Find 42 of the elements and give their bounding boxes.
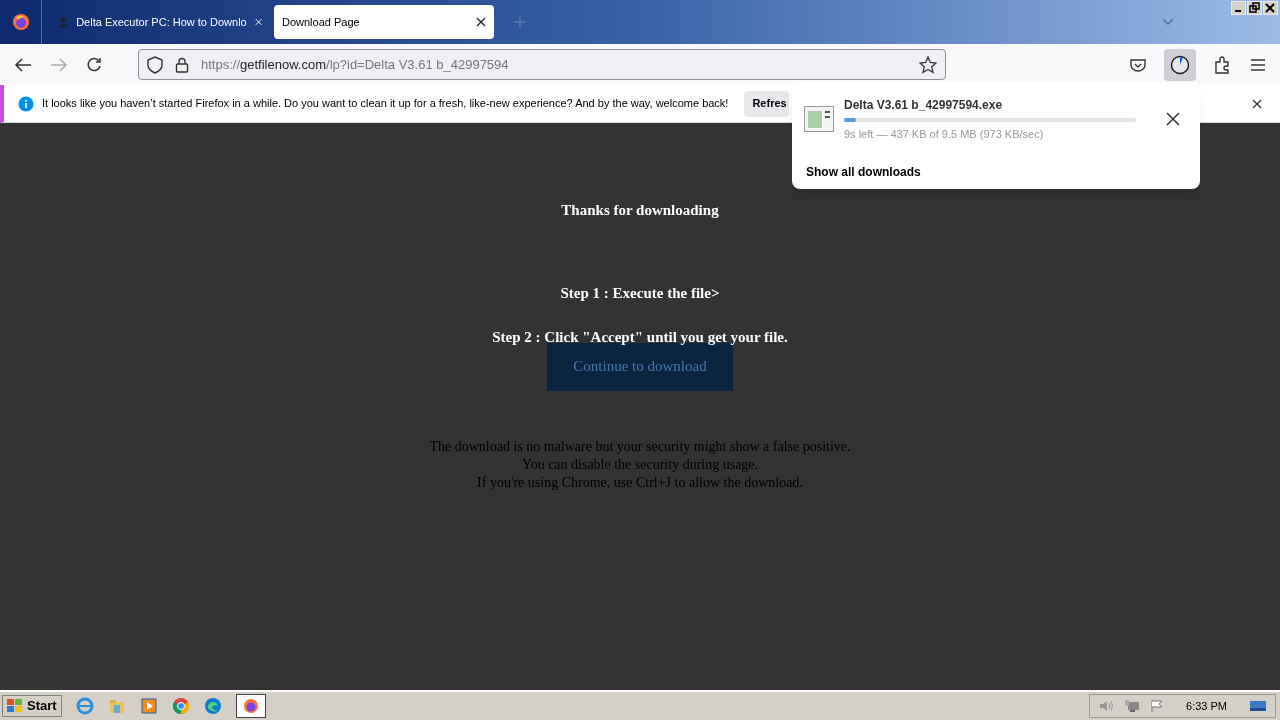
- file-name: Delta V3.61 b_42997594.exe: [844, 97, 1004, 114]
- address-bar[interactable]: https://getfilenow.com/lp?id=Delta V3.61 b_42997594: [138, 49, 946, 80]
- browser-tab[interactable]: Delta Executor PC: How to Downlo: [50, 5, 270, 39]
- url-text: https://getfilenow.com/lp?id=Delta V3.61 b_42997594: [201, 55, 510, 74]
- cancel-icon[interactable]: [1166, 112, 1180, 127]
- info-icon: [18, 95, 34, 112]
- file-icon: [804, 106, 834, 133]
- avatar-icon: [58, 15, 69, 29]
- windows-flag-icon: [7, 699, 23, 713]
- puzzle-icon[interactable]: [1214, 55, 1232, 74]
- firefox-taskbar-button[interactable]: [235, 694, 266, 718]
- close-icon[interactable]: [476, 17, 486, 27]
- shield-icon[interactable]: [147, 55, 163, 74]
- media-player-icon[interactable]: [139, 697, 158, 715]
- notification-message: It looks like you haven’t started Firefox in a while. Do you want to clean it up for a fresh, like-new experience? And by the way, welcome back!: [42, 96, 729, 112]
- edge-icon[interactable]: [203, 697, 222, 715]
- minimize-icon[interactable]: [1231, 1, 1246, 15]
- flag-icon[interactable]: [1150, 699, 1165, 713]
- restore-icon[interactable]: [1247, 1, 1262, 15]
- pocket-icon[interactable]: [1130, 57, 1146, 72]
- close-icon[interactable]: [1252, 98, 1262, 109]
- page-heading: Thanks for downloading: [561, 201, 719, 220]
- show-all-downloads-link[interactable]: Show all downloads: [800, 152, 1192, 191]
- firefox-icon[interactable]: [11, 13, 30, 31]
- firefox-icon: [242, 698, 259, 714]
- browser-tab[interactable]: Download Page: [274, 5, 494, 39]
- step-text: Step 1 : Execute the file>: [560, 283, 720, 303]
- reload-icon[interactable]: [86, 56, 102, 73]
- refresh-button[interactable]: Refres: [744, 90, 789, 117]
- star-icon[interactable]: [919, 55, 937, 74]
- network-icon[interactable]: [1124, 699, 1141, 713]
- chrome-icon[interactable]: [171, 697, 190, 715]
- start-button[interactable]: Start: [2, 695, 62, 717]
- show-desktop-icon[interactable]: [1249, 699, 1267, 713]
- progress-icon: [1170, 54, 1190, 75]
- clock-text: 6:33 PM: [1186, 698, 1227, 714]
- lock-icon[interactable]: [175, 56, 189, 73]
- download-status: 9s left — 437 KB of 9.5 MB (973 KB/sec): [844, 127, 1045, 142]
- menu-icon[interactable]: [1250, 57, 1266, 72]
- back-icon[interactable]: [14, 56, 32, 73]
- downloads-button[interactable]: [1164, 48, 1196, 81]
- forward-icon: [50, 56, 68, 73]
